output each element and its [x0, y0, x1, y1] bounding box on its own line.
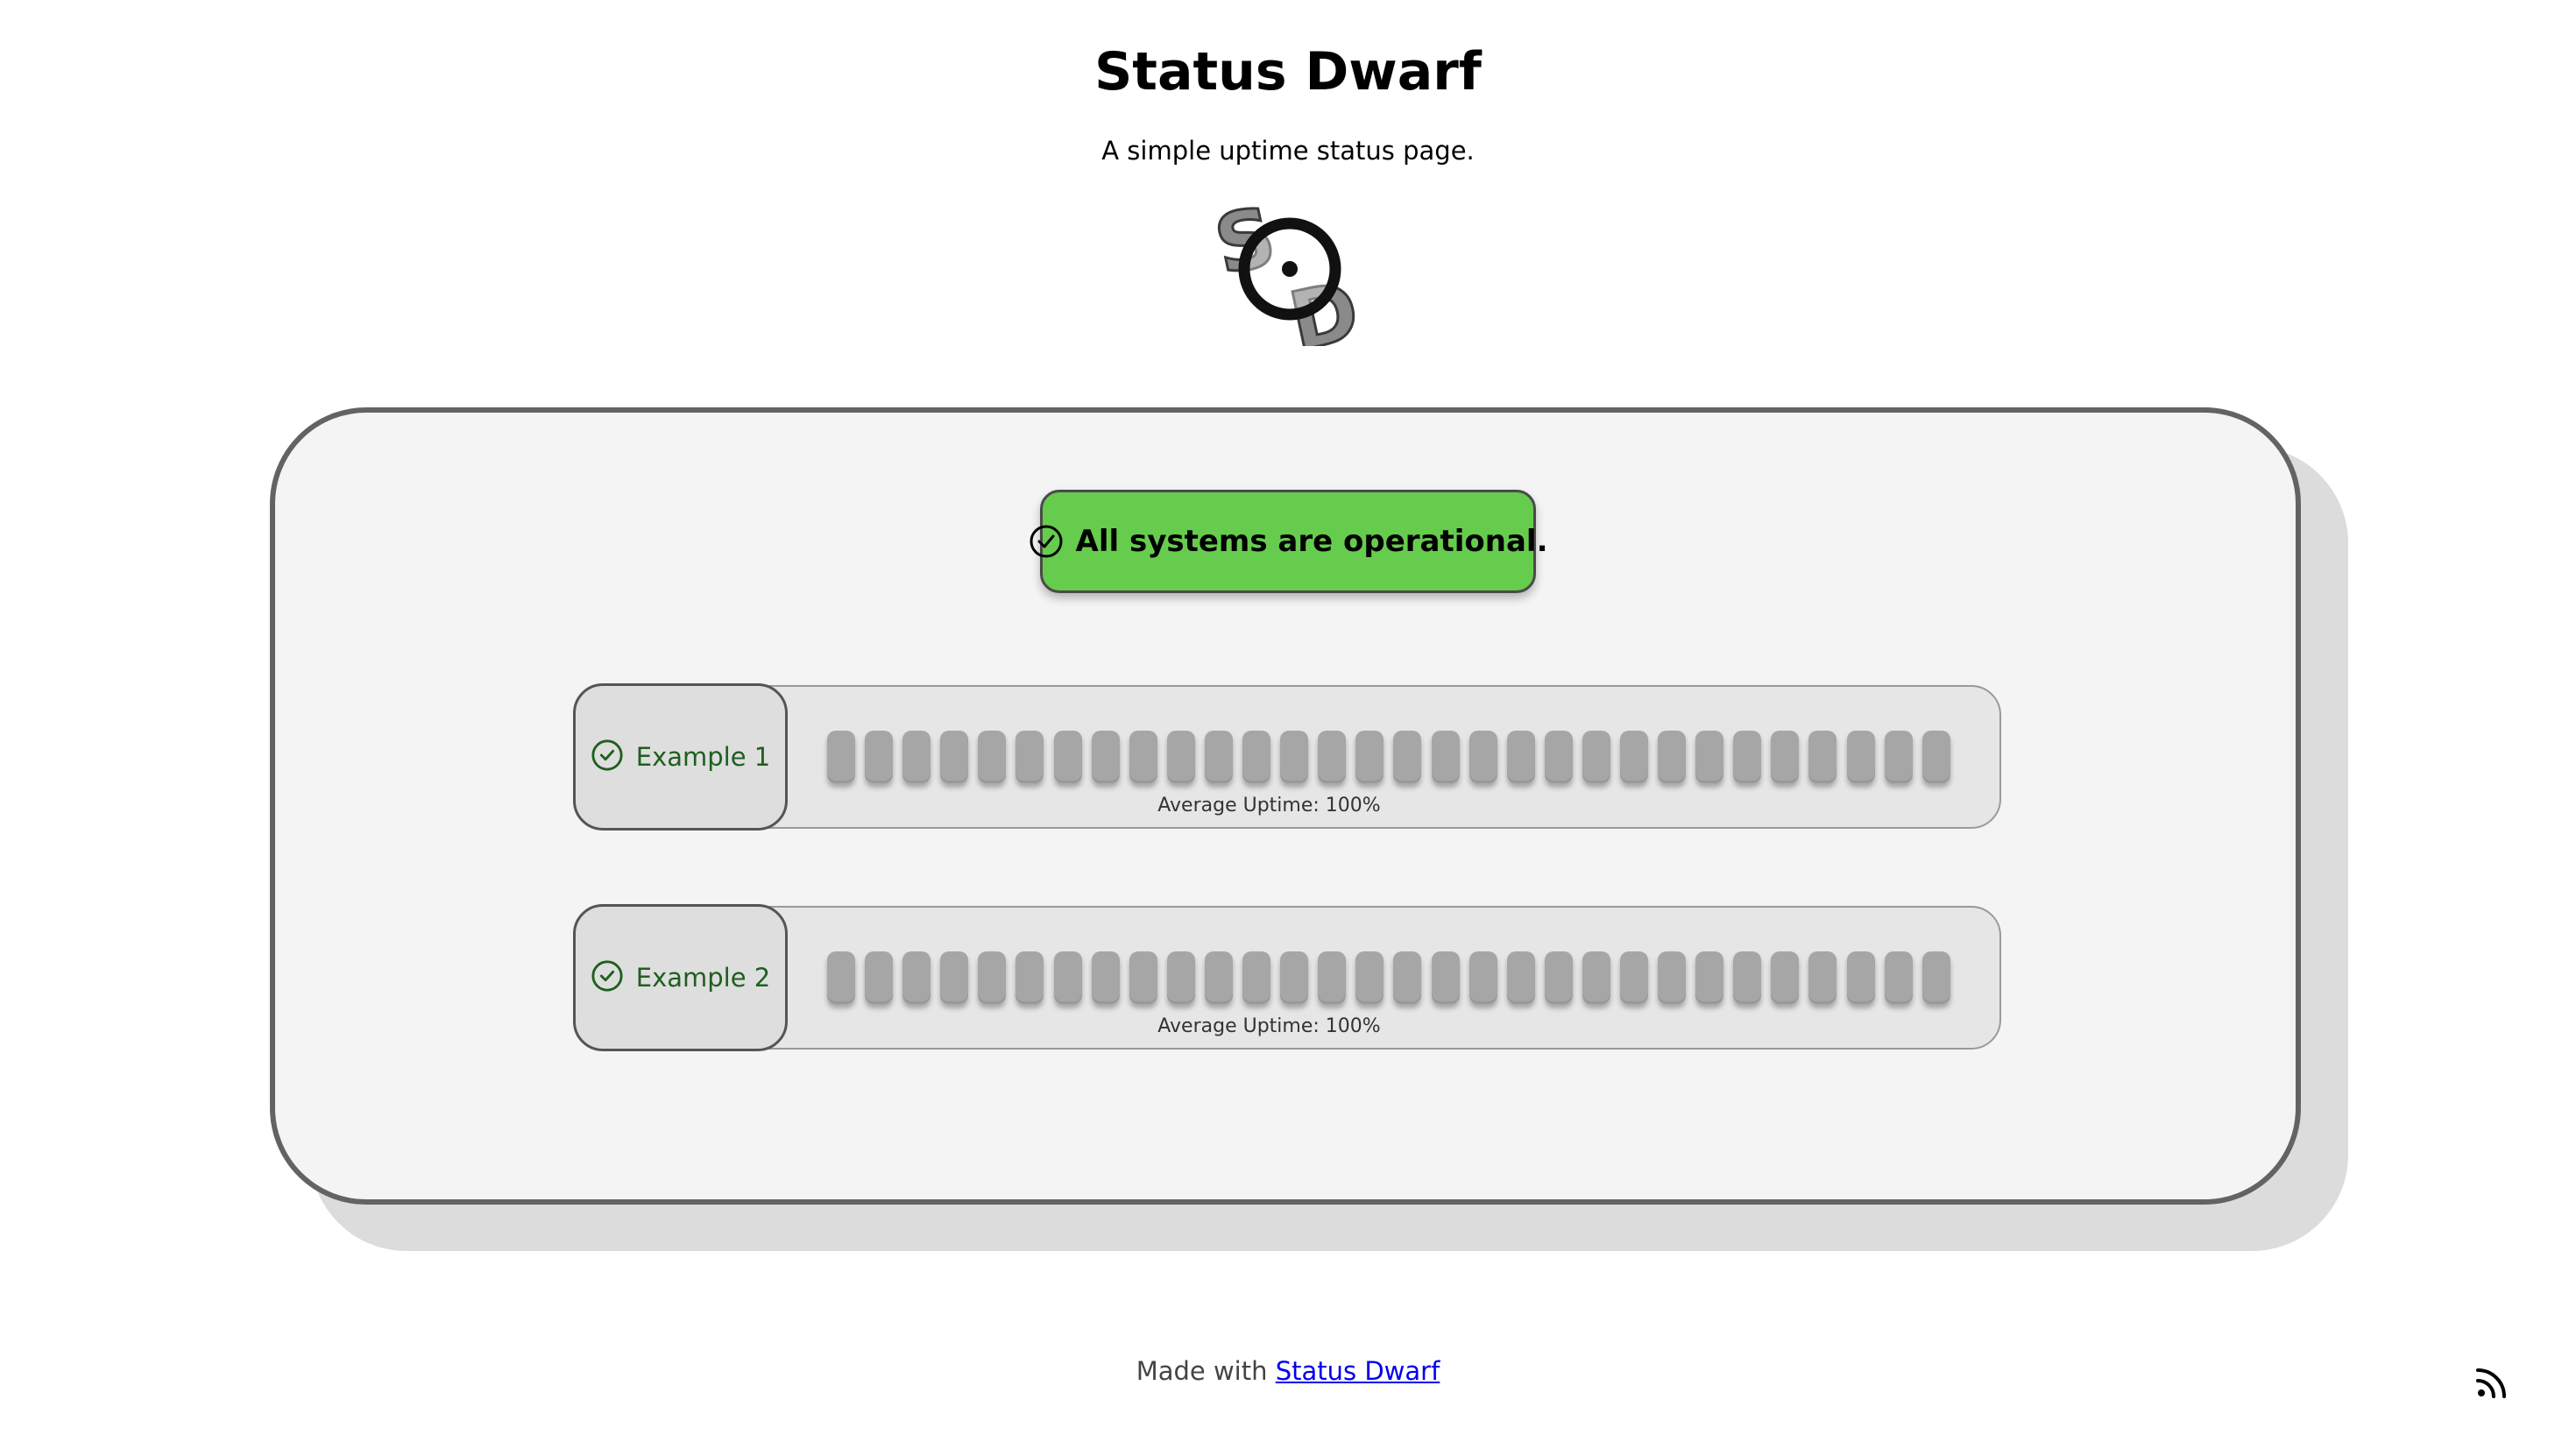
- uptime-day-bar[interactable]: [1280, 731, 1309, 783]
- uptime-day-bar[interactable]: [1582, 951, 1610, 1004]
- uptime-day-bar[interactable]: [902, 731, 931, 783]
- check-circle-icon: [591, 739, 624, 775]
- uptime-day-bar[interactable]: [1619, 731, 1648, 783]
- uptime-day-bar[interactable]: [1506, 951, 1535, 1004]
- rss-icon[interactable]: [2474, 1365, 2509, 1400]
- uptime-day-bar[interactable]: [1921, 951, 1950, 1004]
- page-subtitle: A simple uptime status page.: [1101, 136, 1475, 166]
- uptime-day-bar[interactable]: [1204, 731, 1233, 783]
- uptime-day-bar[interactable]: [1355, 951, 1384, 1004]
- uptime-day-bar[interactable]: [1053, 731, 1082, 783]
- uptime-day-bar[interactable]: [1658, 731, 1687, 783]
- uptime-day-bar[interactable]: [1355, 731, 1384, 783]
- uptime-day-bar[interactable]: [1921, 731, 1950, 783]
- footer-prefix: Made with: [1136, 1356, 1276, 1386]
- uptime-day-bar[interactable]: [1658, 951, 1687, 1004]
- uptime-day-bar[interactable]: [1431, 731, 1460, 783]
- service-row: Example 1 Average Uptime: 100%: [573, 683, 2001, 831]
- uptime-day-bar[interactable]: [865, 731, 894, 783]
- uptime-day-bar[interactable]: [1166, 731, 1195, 783]
- uptime-day-bar[interactable]: [1582, 731, 1610, 783]
- uptime-day-bar[interactable]: [1771, 731, 1800, 783]
- average-uptime: Average Uptime: 100%: [1157, 1015, 1381, 1037]
- uptime-day-bar[interactable]: [1808, 731, 1837, 783]
- uptime-day-bar[interactable]: [1318, 951, 1347, 1004]
- uptime-day-bar[interactable]: [1846, 951, 1875, 1004]
- service-name-box[interactable]: Example 1: [573, 683, 788, 831]
- status-dwarf-link[interactable]: Status Dwarf: [1276, 1356, 1440, 1386]
- uptime-day-bar[interactable]: [1016, 951, 1044, 1004]
- uptime-day-bar[interactable]: [1771, 951, 1800, 1004]
- uptime-day-bar[interactable]: [1053, 951, 1082, 1004]
- uptime-day-bar[interactable]: [1884, 951, 1913, 1004]
- uptime-day-bar[interactable]: [1468, 731, 1497, 783]
- overall-status-text: All systems are operational.: [1075, 524, 1548, 559]
- uptime-day-bar[interactable]: [1204, 951, 1233, 1004]
- uptime-day-bar[interactable]: [1242, 731, 1271, 783]
- uptime-day-bar[interactable]: [940, 951, 969, 1004]
- uptime-day-bar[interactable]: [1091, 951, 1120, 1004]
- uptime-day-bar[interactable]: [978, 731, 1007, 783]
- uptime-day-bar[interactable]: [827, 951, 855, 1004]
- service-row: Example 2 Average Uptime: 100%: [573, 904, 2001, 1051]
- page-title: Status Dwarf: [1094, 41, 1482, 102]
- overall-status-banner: All systems are operational.: [1030, 490, 1548, 593]
- uptime-day-bar[interactable]: [1091, 731, 1120, 783]
- check-circle-icon: [591, 959, 624, 996]
- service-name-box[interactable]: Example 2: [573, 904, 788, 1051]
- uptime-day-bar[interactable]: [1393, 731, 1422, 783]
- uptime-day-bar[interactable]: [1318, 731, 1347, 783]
- uptime-day-bar[interactable]: [1129, 951, 1157, 1004]
- status-dwarf-logo: S D: [1209, 188, 1367, 346]
- uptime-day-bar[interactable]: [1166, 951, 1195, 1004]
- uptime-day-bar[interactable]: [1431, 951, 1460, 1004]
- uptime-day-bar[interactable]: [902, 951, 931, 1004]
- uptime-day-bar[interactable]: [865, 951, 894, 1004]
- uptime-day-bar[interactable]: [1242, 951, 1271, 1004]
- uptime-day-bar[interactable]: [1695, 951, 1724, 1004]
- average-uptime: Average Uptime: 100%: [1157, 795, 1381, 816]
- uptime-bars: [827, 731, 1950, 783]
- service-name: Example 1: [635, 742, 771, 772]
- uptime-day-bar[interactable]: [827, 731, 855, 783]
- uptime-bars: [827, 951, 1950, 1004]
- uptime-day-bar[interactable]: [1695, 731, 1724, 783]
- uptime-day-bar[interactable]: [1506, 731, 1535, 783]
- uptime-day-bar[interactable]: [1884, 731, 1913, 783]
- check-circle-icon: [1029, 524, 1064, 559]
- uptime-day-bar[interactable]: [1733, 731, 1762, 783]
- uptime-day-bar[interactable]: [1846, 731, 1875, 783]
- uptime-day-bar[interactable]: [978, 951, 1007, 1004]
- uptime-day-bar[interactable]: [1393, 951, 1422, 1004]
- uptime-day-bar[interactable]: [1733, 951, 1762, 1004]
- uptime-day-bar[interactable]: [1544, 731, 1573, 783]
- uptime-day-bar[interactable]: [1280, 951, 1309, 1004]
- uptime-day-bar[interactable]: [1129, 731, 1157, 783]
- uptime-day-bar[interactable]: [1016, 731, 1044, 783]
- status-page: Status Dwarf A simple uptime status page…: [0, 0, 2576, 1435]
- service-name: Example 2: [635, 963, 771, 993]
- uptime-day-bar[interactable]: [1619, 951, 1648, 1004]
- footer: Made with Status Dwarf: [0, 1356, 2576, 1386]
- uptime-day-bar[interactable]: [1468, 951, 1497, 1004]
- uptime-day-bar[interactable]: [1544, 951, 1573, 1004]
- uptime-day-bar[interactable]: [1808, 951, 1837, 1004]
- uptime-day-bar[interactable]: [940, 731, 969, 783]
